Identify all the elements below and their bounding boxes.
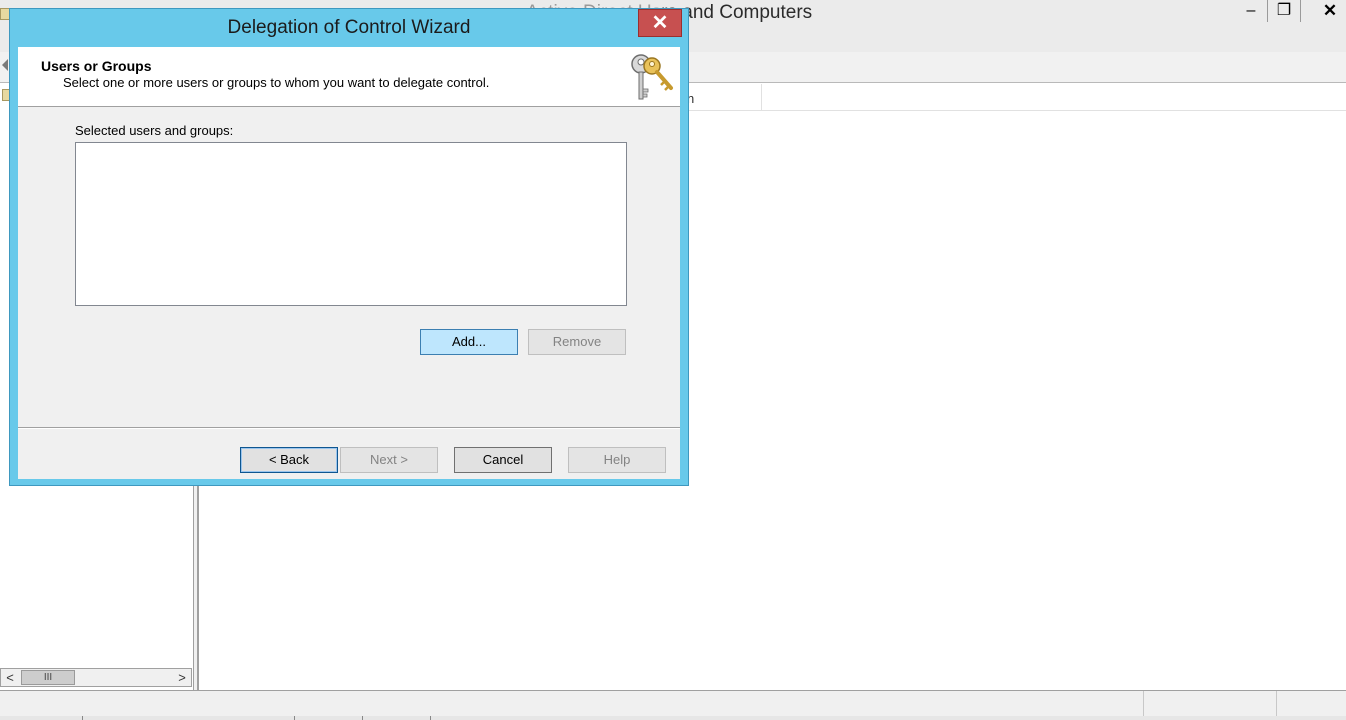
keys-icon — [631, 54, 673, 100]
scrollbar-thumb[interactable]: III — [21, 670, 75, 685]
selected-users-listbox[interactable] — [75, 142, 627, 306]
console-close-icon[interactable]: ✕ — [1314, 0, 1346, 22]
remove-button[interactable]: Remove — [528, 329, 626, 355]
next-button[interactable]: Next > — [340, 447, 438, 473]
dialog-close-button[interactable]: ✕ — [638, 9, 682, 37]
taskbar-divider — [430, 716, 431, 720]
scroll-right-icon[interactable]: > — [173, 669, 191, 686]
wizard-step-title: Users or Groups — [41, 58, 152, 74]
status-divider — [1143, 691, 1144, 719]
details-pane — [197, 485, 1346, 690]
scroll-left-icon[interactable]: < — [1, 669, 19, 686]
add-button[interactable]: Add... — [420, 329, 518, 355]
minimize-icon[interactable]: – — [1235, 0, 1267, 22]
back-button[interactable]: < Back — [240, 447, 338, 473]
taskbar-divider — [294, 716, 295, 720]
tree-horizontal-scrollbar[interactable]: < III > — [0, 668, 192, 687]
window-button-divider — [1300, 0, 1301, 22]
dialog-title: Delegation of Control Wizard — [227, 17, 471, 38]
wizard-header: Users or Groups Select one or more users… — [18, 47, 680, 107]
back-arrow-icon[interactable] — [2, 59, 8, 71]
footer-divider — [18, 427, 680, 429]
wizard-step-description: Select one or more users or groups to wh… — [63, 75, 490, 90]
help-button[interactable]: Help — [568, 447, 666, 473]
taskbar-edge — [0, 716, 1346, 720]
taskbar-divider — [362, 716, 363, 720]
status-divider — [1276, 691, 1277, 719]
dialog-body: Users or Groups Select one or more users… — [18, 47, 680, 479]
delegation-wizard-dialog: Delegation of Control Wizard ✕ Users or … — [9, 8, 689, 486]
close-icon: ✕ — [651, 12, 669, 34]
taskbar-divider — [82, 716, 83, 720]
selected-users-label: Selected users and groups: — [75, 123, 234, 138]
restore-icon[interactable]: ❐ — [1268, 0, 1300, 22]
cancel-button[interactable]: Cancel — [454, 447, 552, 473]
